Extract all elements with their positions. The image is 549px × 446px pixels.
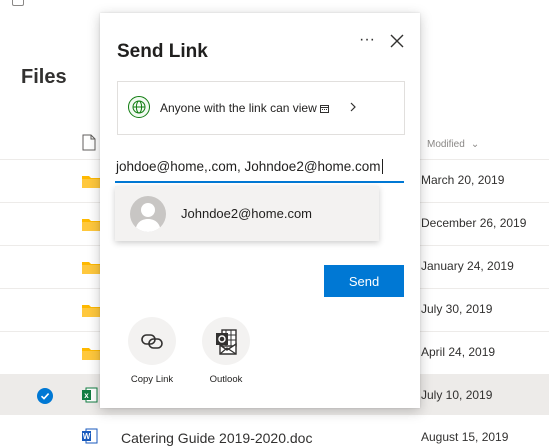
chevron-right-icon bbox=[350, 102, 356, 112]
calendar-icon bbox=[319, 105, 329, 113]
chevron-down-icon: ⌄ bbox=[470, 139, 480, 150]
text-caret bbox=[381, 159, 383, 174]
folder-icon bbox=[82, 219, 102, 231]
folder-icon bbox=[82, 262, 102, 274]
link-icon bbox=[128, 317, 176, 365]
page-title: Files bbox=[21, 66, 67, 88]
excel-file-icon: x bbox=[82, 387, 98, 403]
copy-link-label: Copy Link bbox=[130, 374, 174, 385]
link-permission-button[interactable]: Anyone with the link can view bbox=[117, 81, 405, 135]
recipient-suggestion[interactable]: Johndoe2@home.com bbox=[115, 186, 379, 241]
recipient-input[interactable]: johdoe@home,.com, Johndoe2@home.com bbox=[115, 157, 404, 183]
modified-date: January 24, 2019 bbox=[421, 259, 514, 273]
close-icon[interactable] bbox=[387, 31, 407, 51]
folder-icon bbox=[82, 176, 102, 188]
permission-label: Anyone with the link can view bbox=[160, 101, 317, 115]
dialog-title: Send Link bbox=[117, 41, 208, 62]
svg-text:W: W bbox=[83, 432, 91, 441]
modified-column-header[interactable]: Modified ⌄ bbox=[421, 136, 479, 150]
file-type-icon[interactable] bbox=[82, 134, 96, 151]
modified-date: July 10, 2019 bbox=[421, 388, 493, 402]
globe-icon bbox=[128, 96, 150, 118]
permission-text: Anyone with the link can view bbox=[160, 101, 329, 115]
modified-header-label: Modified bbox=[427, 139, 465, 150]
folder-icon bbox=[82, 348, 102, 360]
svg-text:x: x bbox=[84, 391, 89, 400]
modified-date: July 30, 2019 bbox=[421, 302, 493, 316]
modified-date: April 24, 2019 bbox=[421, 345, 496, 359]
outlook-icon bbox=[202, 317, 250, 365]
outlook-button[interactable]: Outlook bbox=[196, 317, 256, 385]
modified-date: December 26, 2019 bbox=[421, 216, 527, 230]
avatar bbox=[130, 196, 166, 232]
top-strip bbox=[0, 0, 549, 6]
checkmark-icon[interactable] bbox=[37, 388, 53, 404]
suggestion-email: Johndoe2@home.com bbox=[181, 206, 312, 221]
send-button[interactable]: Send bbox=[324, 265, 404, 297]
copy-link-button[interactable]: Copy Link bbox=[122, 317, 182, 385]
modified-date: March 20, 2019 bbox=[421, 173, 505, 187]
send-link-dialog: Send Link ··· Anyone with the link can v… bbox=[100, 13, 420, 408]
more-options-button[interactable]: ··· bbox=[356, 32, 378, 53]
folder-icon bbox=[82, 305, 102, 317]
recipient-input-value: johdoe@home,.com, Johndoe2@home.com bbox=[116, 159, 381, 174]
chevron-icon bbox=[40, 0, 50, 4]
outlook-label: Outlook bbox=[209, 374, 243, 385]
file-name[interactable]: Catering Guide 2019-2020.doc bbox=[121, 430, 312, 446]
app-icon bbox=[12, 0, 24, 6]
